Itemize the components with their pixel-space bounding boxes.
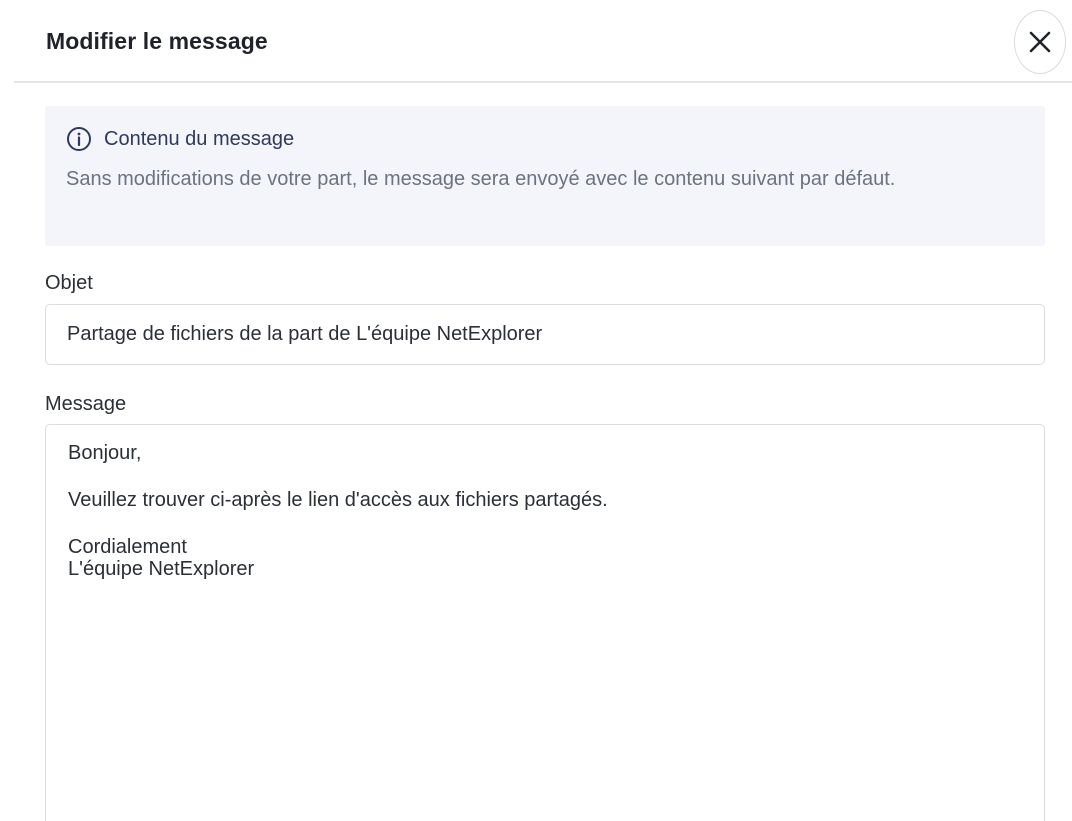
message-closing: Cordialement: [68, 536, 187, 558]
info-banner: Contenu du message Sans modifications de…: [45, 106, 1045, 246]
message-greeting: Bonjour,: [68, 442, 142, 464]
dialog-header: Modifier le message: [14, 0, 1072, 83]
info-banner-text: Sans modifications de votre part, le mes…: [66, 168, 896, 190]
info-banner-title: Contenu du message: [104, 127, 295, 150]
message-signature: L'équipe NetExplorer: [68, 558, 255, 580]
close-button[interactable]: [1014, 10, 1066, 74]
info-icon: [67, 127, 91, 151]
close-icon: [1029, 31, 1051, 53]
edit-message-dialog: Modifier le message Contenu du message S…: [0, 0, 1072, 821]
subject-label: Objet: [45, 272, 93, 294]
subject-input[interactable]: [45, 304, 1045, 365]
dialog-title: Modifier le message: [46, 28, 268, 54]
info-banner-header: Contenu du message: [66, 124, 294, 154]
message-body: Veuillez trouver ci-après le lien d'accè…: [68, 489, 608, 511]
message-textarea[interactable]: Bonjour, Veuillez trouver ci-après le li…: [45, 424, 1045, 821]
message-label: Message: [45, 393, 127, 415]
